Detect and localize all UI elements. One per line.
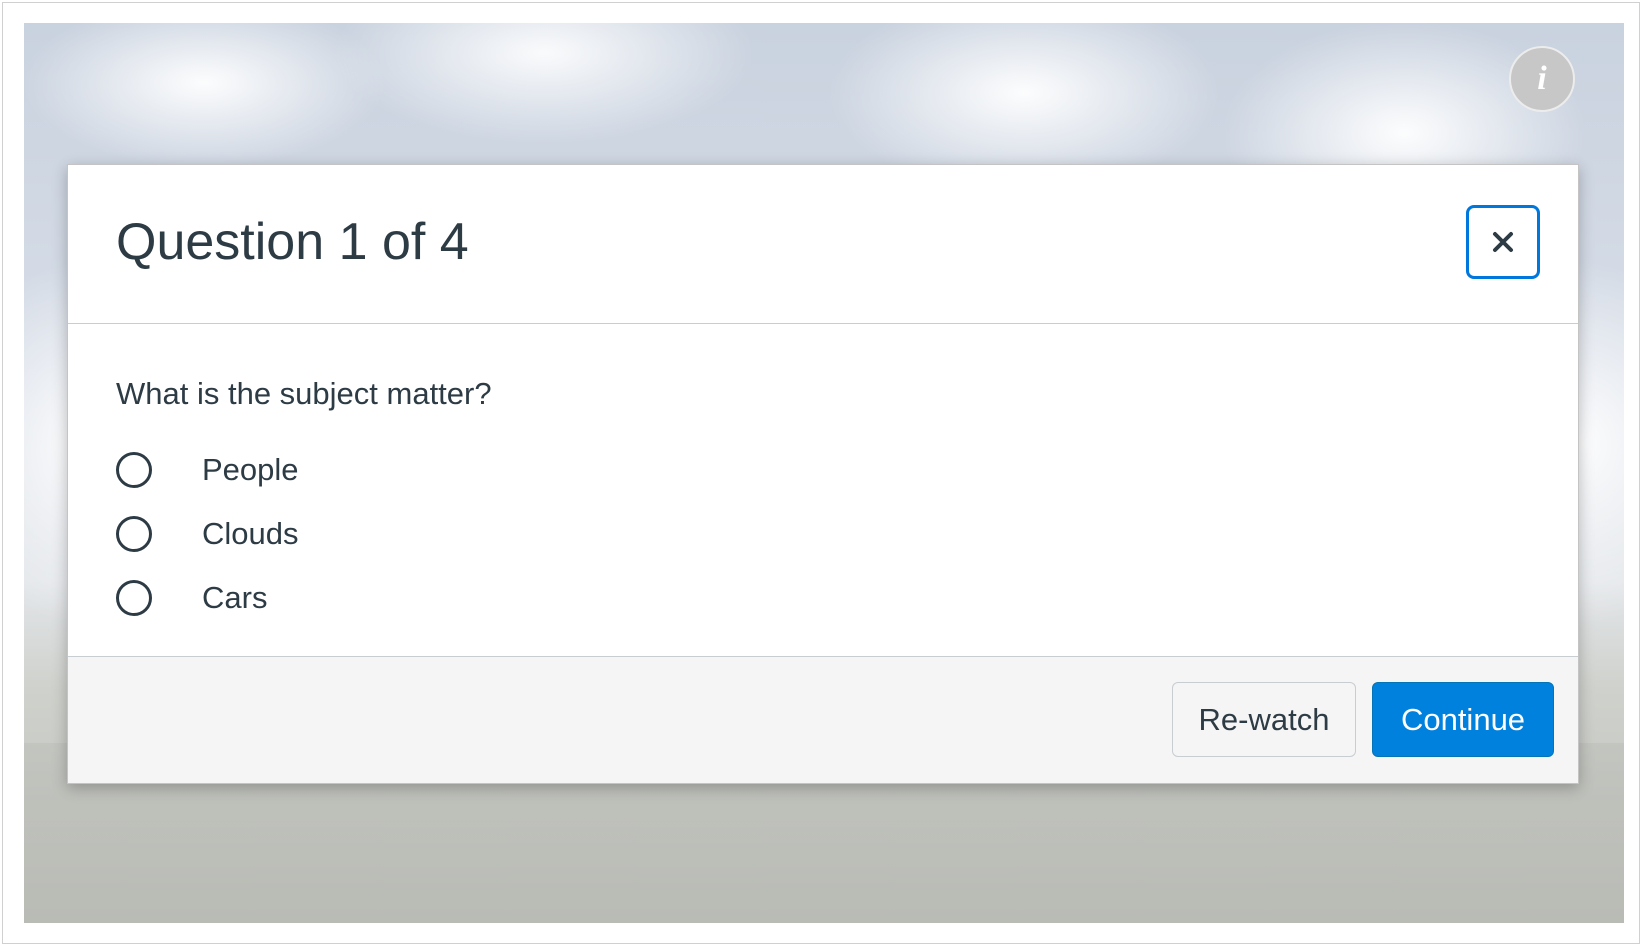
dialog-title: Question 1 of 4 — [116, 213, 469, 271]
answer-option-label: Cars — [202, 580, 268, 615]
answer-option-label: People — [202, 452, 299, 487]
answer-option-cars[interactable]: Cars — [116, 566, 299, 630]
radio-button[interactable] — [116, 516, 152, 552]
answer-option-label: Clouds — [202, 516, 299, 551]
radio-button[interactable] — [116, 452, 152, 488]
dialog-body: What is the subject matter? People Cloud… — [68, 324, 1578, 658]
dialog-footer: Re-watch Continue — [68, 656, 1578, 783]
close-button[interactable] — [1466, 205, 1540, 279]
quiz-dialog: Question 1 of 4 What is the subject matt… — [67, 164, 1579, 784]
answer-options: People Clouds Cars — [116, 438, 299, 630]
radio-button[interactable] — [116, 580, 152, 616]
rewatch-button[interactable]: Re-watch — [1172, 682, 1356, 757]
dialog-header: Question 1 of 4 — [68, 165, 1578, 324]
answer-option-clouds[interactable]: Clouds — [116, 502, 299, 566]
continue-button[interactable]: Continue — [1372, 682, 1554, 757]
info-icon: i — [1537, 60, 1547, 97]
close-icon — [1493, 232, 1513, 252]
answer-option-people[interactable]: People — [116, 438, 299, 502]
info-button[interactable]: i — [1509, 46, 1575, 112]
question-text: What is the subject matter? — [116, 376, 492, 411]
